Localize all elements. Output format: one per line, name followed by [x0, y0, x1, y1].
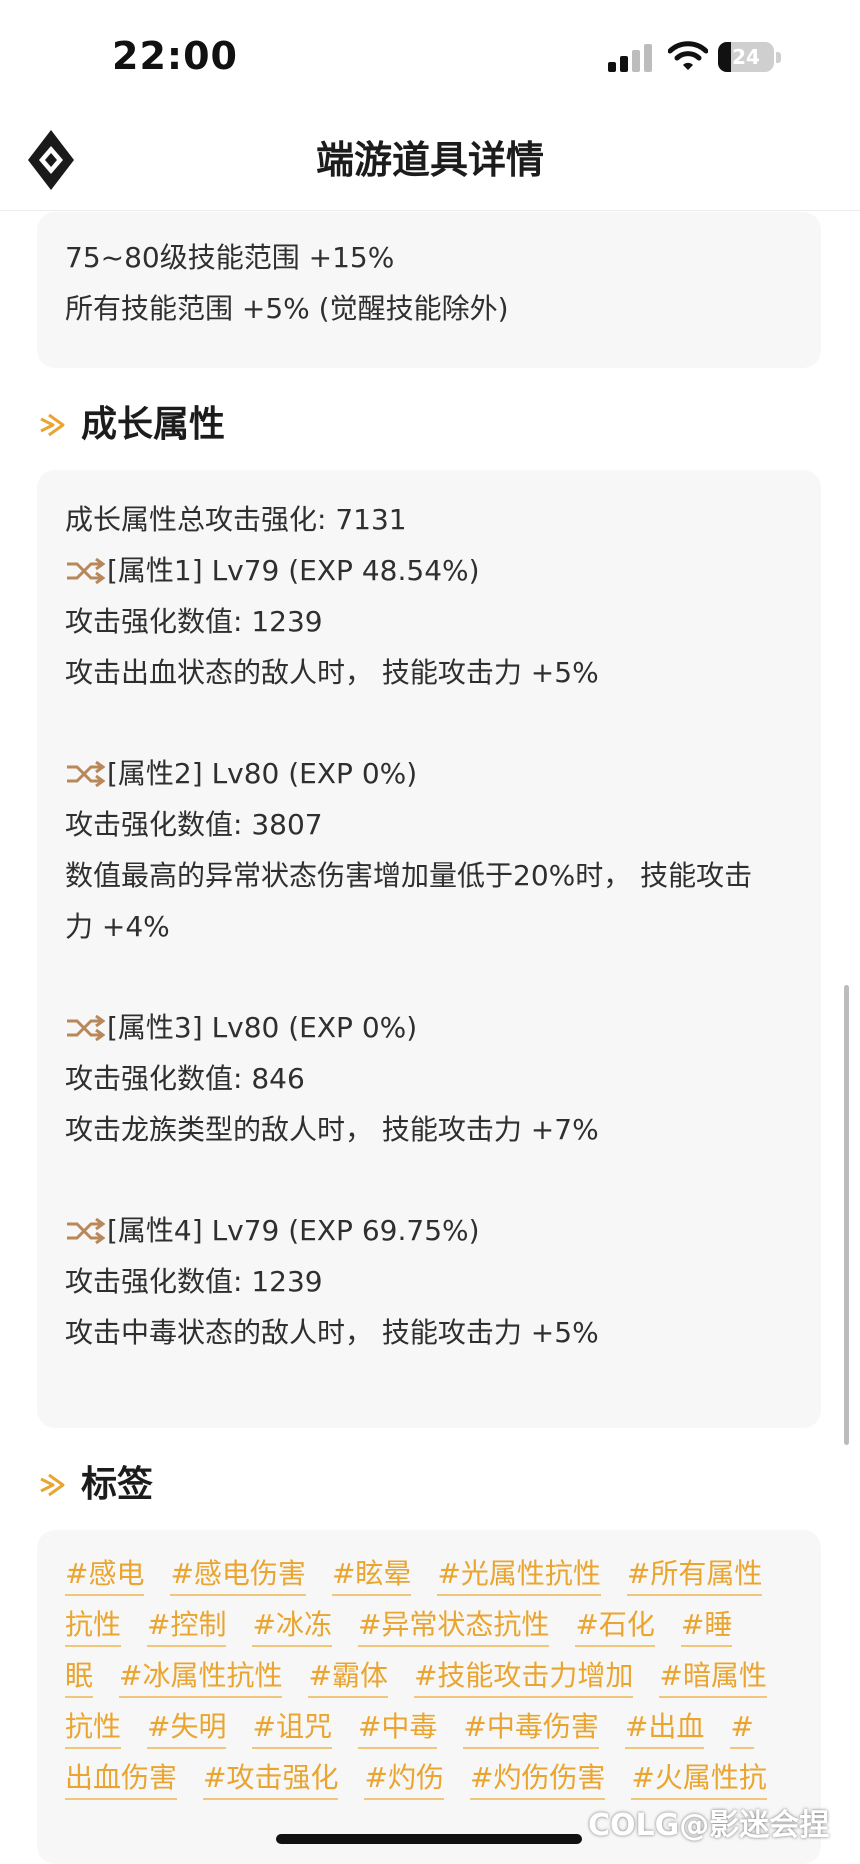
attribute-4-header: [属性4] Lv79 (EXP 69.75%) [65, 1205, 805, 1256]
tag-row: 抗性 #控制 #冰冻 #异常状态抗性 #石化 #睡 [65, 1599, 817, 1650]
app-header: 端游道具详情 [0, 110, 860, 211]
tag-link[interactable]: #失明 [147, 1707, 227, 1749]
home-indicator[interactable] [276, 1834, 582, 1844]
attribute-1-header: [属性1] Lv79 (EXP 48.54%) [65, 545, 805, 596]
tag-link[interactable]: #冰冻 [252, 1605, 332, 1647]
tag-link[interactable]: #睡 [680, 1605, 733, 1647]
tag-link[interactable]: #技能攻击力增加 [413, 1656, 634, 1698]
tag-link[interactable]: 抗性 [65, 1707, 122, 1749]
tag-link[interactable]: #冰属性抗性 [119, 1656, 283, 1698]
cellular-signal-icon [608, 44, 652, 72]
attribute-2-header: [属性2] Lv80 (EXP 0%) [65, 748, 805, 799]
tag-link[interactable]: #诅咒 [252, 1707, 332, 1749]
growth-attributes-card: 成长属性总攻击强化: 7131 [属性1] Lv79 (EXP 48.54%) … [37, 470, 821, 1428]
battery-icon: 24 [718, 40, 782, 74]
tag-link[interactable]: #感电 [65, 1554, 145, 1596]
tag-row: #感电 #感电伤害 #眩晕 #光属性抗性 #所有属性 [65, 1548, 817, 1599]
wifi-icon [668, 41, 708, 70]
tag-link[interactable]: #攻击强化 [203, 1758, 339, 1800]
tag-link[interactable]: #石化 [575, 1605, 655, 1647]
shuffle-icon [67, 1014, 105, 1041]
tag-link[interactable]: #中毒伤害 [463, 1707, 599, 1749]
attribute-3-header: [属性3] Lv80 (EXP 0%) [65, 1002, 805, 1053]
attribute-2-title: [属性2] Lv80 (EXP 0%) [107, 757, 418, 790]
attribute-2-value: 攻击强化数值: 3807 [65, 808, 323, 841]
arrow-right-icon [40, 413, 65, 437]
tag-link[interactable]: #火属性抗 [631, 1758, 767, 1800]
attribute-4-value: 攻击强化数值: 1239 [65, 1265, 323, 1298]
skill-range-line: 所有技能范围 +5% (觉醒技能除外) [65, 292, 509, 325]
tag-row: 抗性 #失明 #诅咒 #中毒 #中毒伤害 #出血 # [65, 1701, 817, 1752]
section-title-text: 标签 [81, 1464, 154, 1505]
tag-row: 出血伤害 #攻击强化 #灼伤 #灼伤伤害 #火属性抗 [65, 1752, 817, 1803]
skill-range-line: 75~80级技能范围 +15% [65, 241, 395, 274]
attribute-4-effect: 攻击中毒状态的敌人时， 技能攻击力 +5% [65, 1316, 599, 1349]
section-title-text: 成长属性 [81, 404, 226, 445]
attribute-4-title: [属性4] Lv79 (EXP 69.75%) [107, 1214, 480, 1247]
tag-link[interactable]: 眠 [65, 1656, 94, 1698]
tag-link[interactable]: # [730, 1707, 754, 1749]
status-bar: 22:00 24 [0, 0, 860, 110]
attribute-2-effect-cont: 力 +4% [65, 910, 170, 943]
shuffle-icon [67, 1217, 105, 1244]
attribute-1-title: [属性1] Lv79 (EXP 48.54%) [107, 554, 480, 587]
battery-level: 24 [732, 45, 760, 69]
page-title: 端游道具详情 [315, 138, 544, 182]
attribute-3-effect: 攻击龙族类型的敌人时， 技能攻击力 +7% [65, 1113, 599, 1146]
tag-link[interactable]: #灼伤 [364, 1758, 444, 1800]
tag-link[interactable]: #光属性抗性 [437, 1554, 601, 1596]
attribute-1-value: 攻击强化数值: 1239 [65, 605, 323, 638]
growth-total: 成长属性总攻击强化: 7131 [65, 503, 407, 536]
tag-row: 眠 #冰属性抗性 #霸体 #技能攻击力增加 #暗属性 [65, 1650, 817, 1701]
attribute-3-value: 攻击强化数值: 846 [65, 1062, 305, 1095]
tag-link[interactable]: #中毒 [357, 1707, 438, 1749]
shuffle-icon [67, 760, 105, 787]
skill-range-card: 75~80级技能范围 +15% 所有技能范围 +5% (觉醒技能除外) [37, 212, 821, 368]
tag-link[interactable]: #暗属性 [659, 1656, 767, 1698]
tag-link[interactable]: #霸体 [308, 1656, 388, 1698]
attribute-1-effect: 攻击出血状态的敌人时， 技能攻击力 +5% [65, 656, 599, 689]
tag-link[interactable]: #灼伤伤害 [469, 1758, 606, 1800]
status-time: 22:00 [112, 34, 238, 78]
tag-link[interactable]: #所有属性 [626, 1554, 763, 1596]
attribute-3-title: [属性3] Lv80 (EXP 0%) [107, 1011, 418, 1044]
scrollbar[interactable] [844, 985, 849, 1445]
tag-link[interactable]: #出血 [624, 1707, 705, 1749]
tag-link[interactable]: #控制 [147, 1605, 227, 1647]
tag-link[interactable]: 出血伤害 [65, 1758, 178, 1800]
watermark: COLG@影迷会捏 [588, 1808, 830, 1843]
tag-link[interactable]: #眩晕 [331, 1554, 412, 1596]
tag-link[interactable]: #异常状态抗性 [357, 1605, 550, 1647]
tag-link[interactable]: 抗性 [65, 1605, 122, 1647]
shuffle-icon [67, 557, 105, 584]
arrow-right-icon [40, 1473, 65, 1497]
tag-link[interactable]: #感电伤害 [170, 1554, 306, 1596]
attribute-2-effect: 数值最高的异常状态伤害增加量低于20%时， 技能攻击 [65, 859, 753, 892]
